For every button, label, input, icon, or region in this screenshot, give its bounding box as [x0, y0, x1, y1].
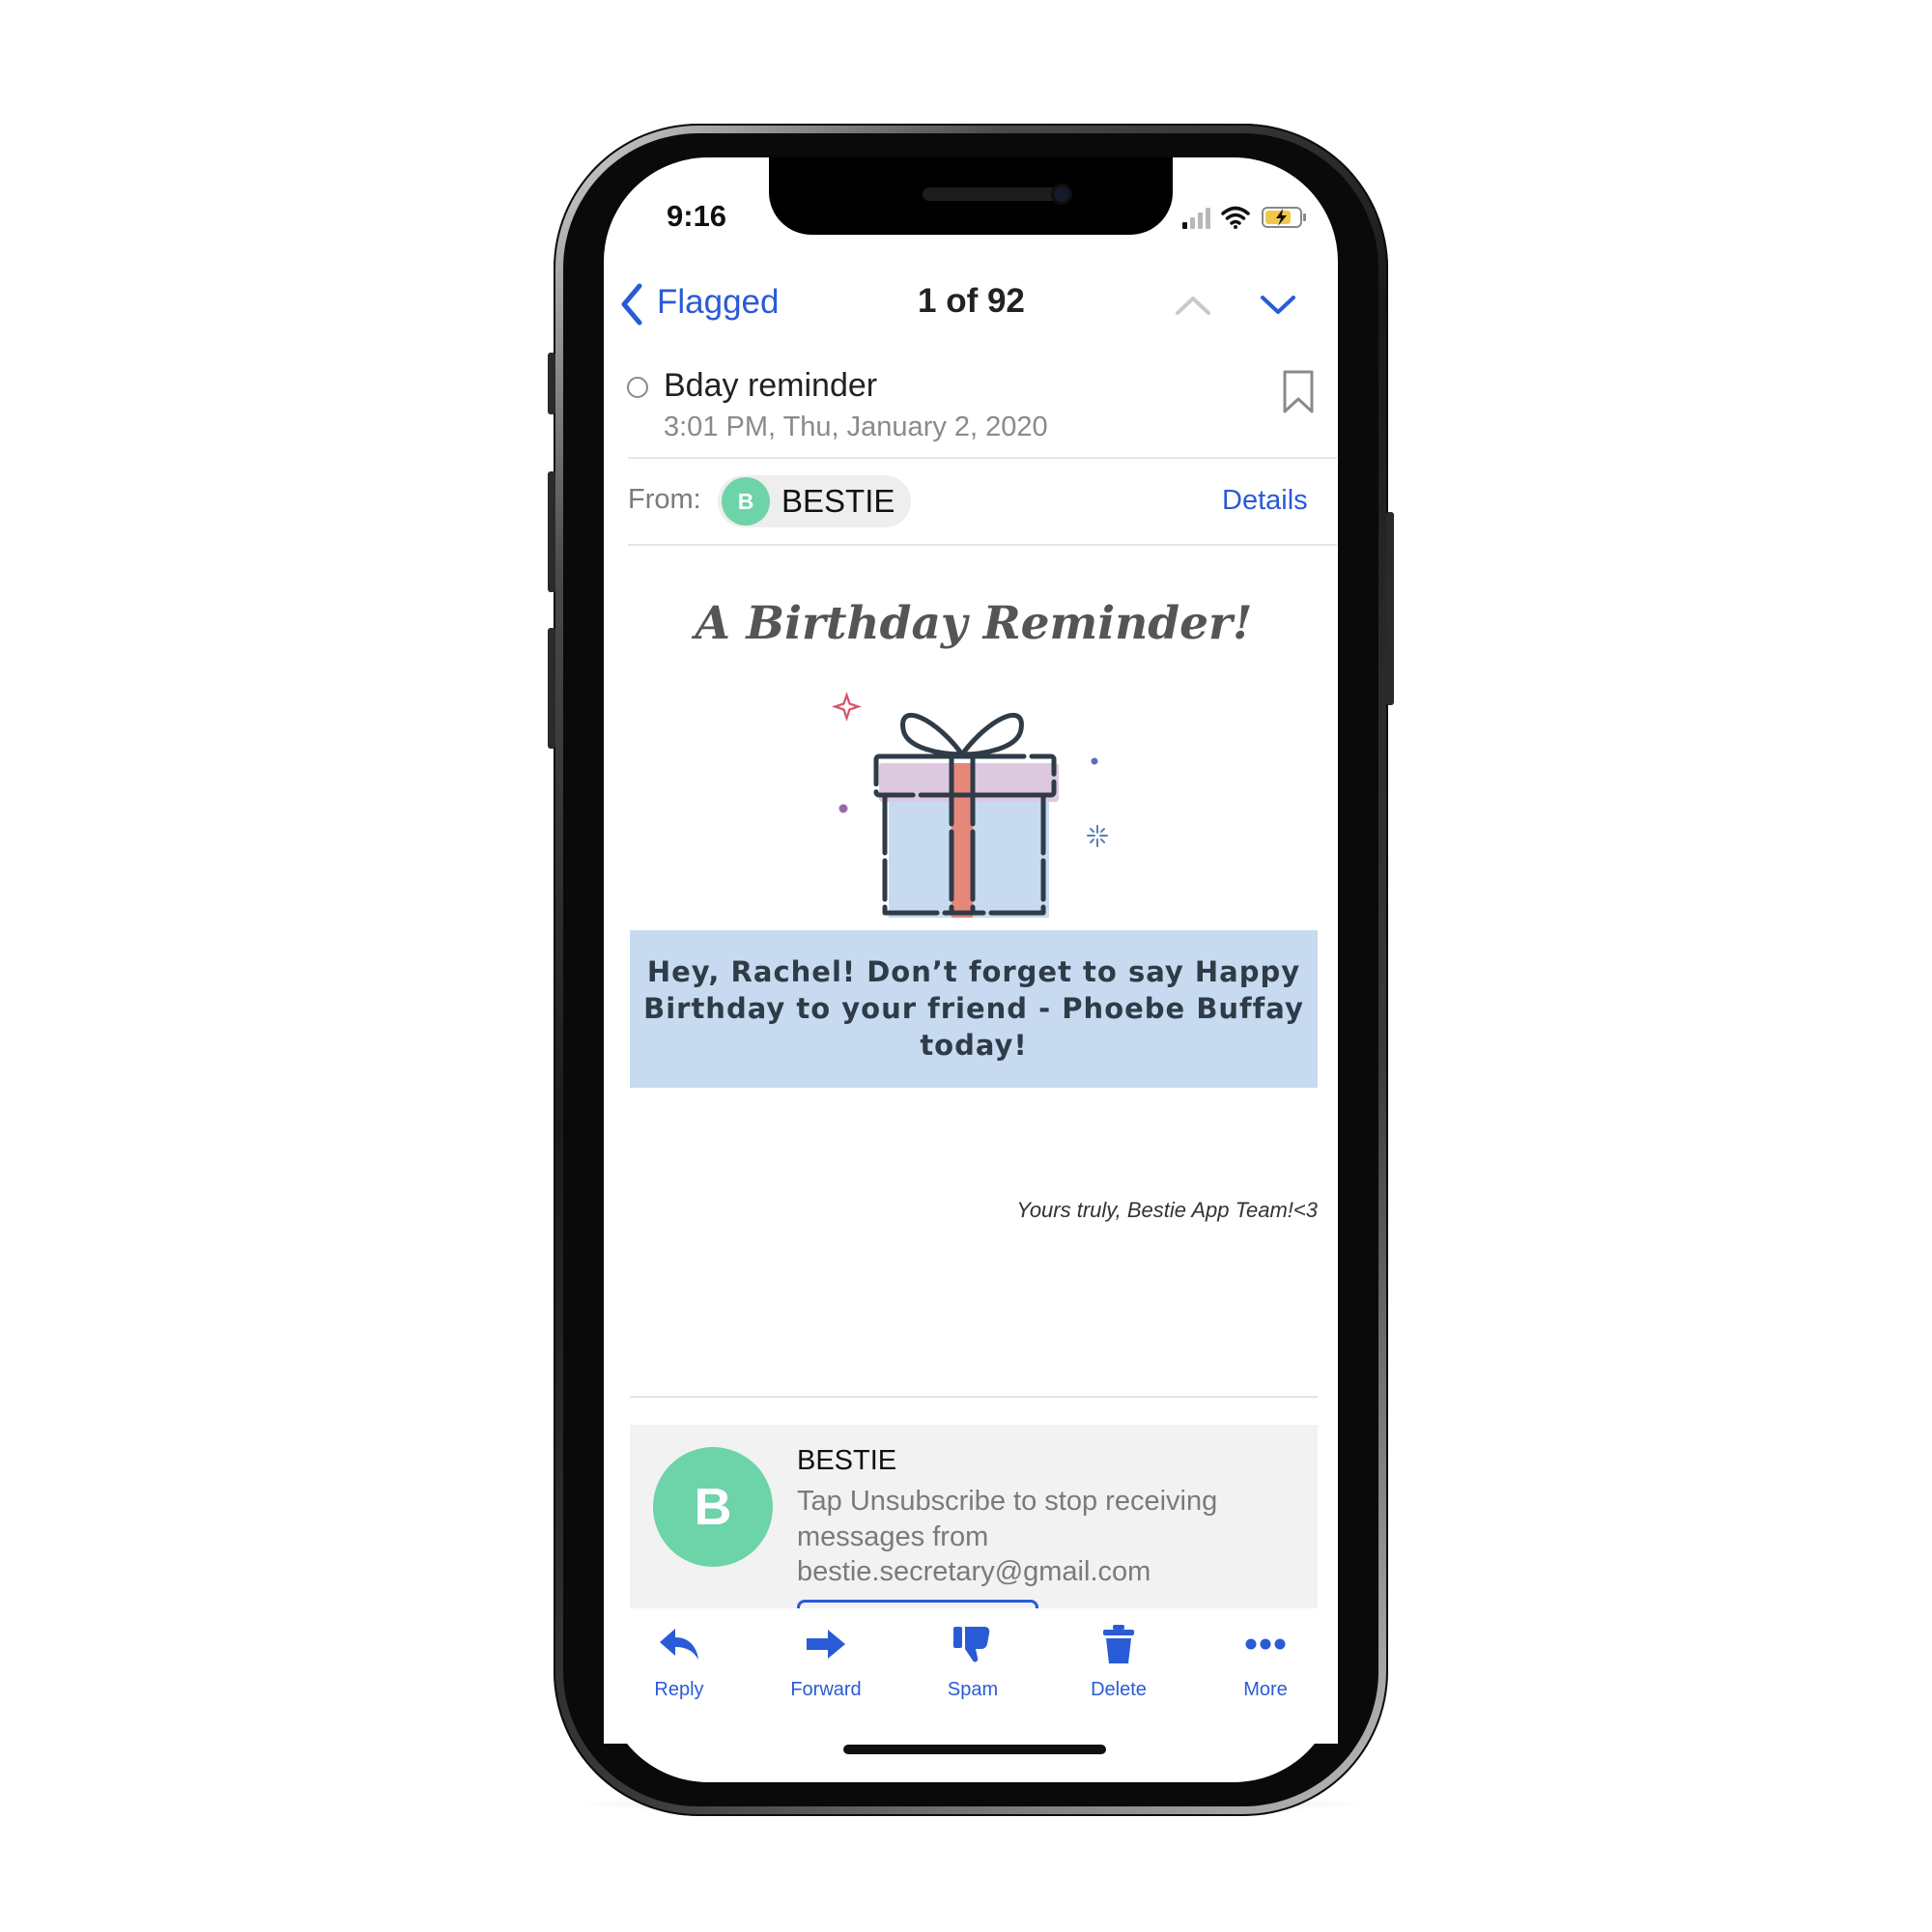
sender-name: BESTIE	[781, 483, 895, 519]
status-icons-svg	[1182, 206, 1306, 229]
wifi-icon	[1221, 206, 1250, 229]
unsubscribe-line-1: Tap Unsubscribe to stop receiving	[797, 1486, 1218, 1517]
next-message-button[interactable]	[1259, 290, 1297, 319]
thumbs-down-icon	[953, 1627, 990, 1662]
signal-icon	[1182, 208, 1210, 229]
spam-label: Spam	[947, 1679, 999, 1700]
speaker-grille	[923, 187, 1058, 201]
message-position: 1 of 92	[918, 282, 1025, 320]
forward-button[interactable]: Forward	[768, 1623, 884, 1701]
back-label: Flagged	[657, 283, 780, 321]
more-dots-icon	[1245, 1638, 1286, 1650]
gift-icon	[831, 691, 1108, 918]
more-label: More	[1243, 1679, 1288, 1700]
unsubscribe-email: bestie.secretary@gmail.com	[797, 1556, 1151, 1587]
reply-label: Reply	[654, 1679, 704, 1700]
forward-arrow-icon	[807, 1630, 845, 1659]
sender-avatar: B	[722, 477, 770, 526]
forward-label: Forward	[790, 1679, 862, 1700]
email-subject: Bday reminder	[664, 367, 878, 404]
unsubscribe-line-2: messages from	[797, 1521, 989, 1552]
reply-icon	[660, 1629, 698, 1660]
more-button[interactable]: More	[1208, 1623, 1323, 1701]
volume-up-button	[548, 471, 555, 592]
delete-button[interactable]: Delete	[1061, 1623, 1177, 1701]
battery-icon	[1262, 207, 1306, 228]
unsubscribe-avatar: B	[653, 1447, 773, 1567]
unsubscribe-sender-name: BESTIE	[797, 1445, 897, 1476]
back-button[interactable]: Flagged	[618, 280, 782, 328]
details-link[interactable]: Details	[1222, 485, 1308, 517]
previous-message-button[interactable]	[1174, 290, 1212, 319]
email-headline: A Birthday Reminder!	[695, 597, 1253, 650]
chevron-up-icon	[1176, 297, 1210, 315]
header-divider	[628, 457, 1337, 459]
message-text: Hey, Rachel! Don’t forget to say Happy B…	[643, 955, 1304, 1062]
home-indicator[interactable]	[843, 1745, 1106, 1754]
volume-down-button	[548, 628, 555, 749]
reply-button[interactable]: Reply	[621, 1623, 737, 1701]
bookmark-icon	[1283, 370, 1314, 413]
delete-label: Delete	[1091, 1679, 1147, 1700]
body-end-divider	[630, 1396, 1318, 1398]
email-date: 3:01 PM, Thu, January 2, 2020	[664, 412, 1048, 442]
status-time: 9:16	[667, 199, 727, 233]
chevron-down-icon	[1261, 296, 1295, 314]
signoff-text: Yours truly, Bestie App Team!<3	[1016, 1198, 1318, 1222]
from-label: From:	[628, 484, 701, 515]
status-icons	[1180, 203, 1316, 232]
from-divider	[628, 544, 1337, 546]
spam-button[interactable]: Spam	[915, 1623, 1031, 1701]
front-camera	[1051, 184, 1072, 205]
read-status-toggle[interactable]	[627, 377, 648, 398]
trash-icon	[1103, 1625, 1134, 1663]
bookmark-button[interactable]	[1282, 369, 1315, 415]
chevron-left-icon	[621, 283, 642, 326]
power-button	[1386, 512, 1394, 705]
message-box: Hey, Rachel! Don’t forget to say Happy B…	[630, 930, 1318, 1088]
mute-switch	[548, 353, 555, 414]
